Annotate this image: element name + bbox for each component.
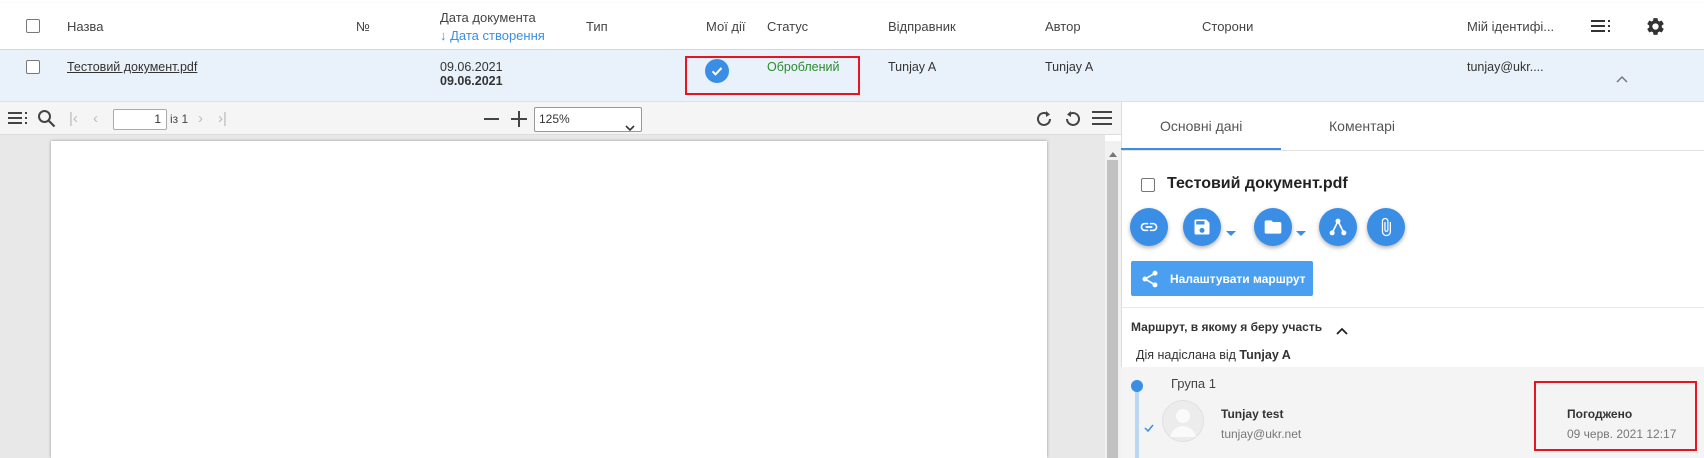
pdf-toolbar: |‹ ‹ 1 із 1 › ›| 125% (0, 102, 1121, 135)
next-page-icon[interactable]: › (198, 110, 203, 128)
table-header: Назва № Дата документа ↓ Дата створення … (0, 3, 1704, 50)
columns-menu-icon[interactable] (1591, 20, 1611, 39)
collapse-row-chevron-up-icon[interactable] (1616, 70, 1628, 88)
zoom-select[interactable]: 125% (534, 107, 642, 132)
approved-check-icon (1144, 419, 1154, 437)
user-placeholder-icon (1170, 409, 1196, 437)
row-doc-date: 09.06.2021 (440, 60, 503, 74)
tab-comments[interactable]: Коментарі (1329, 118, 1395, 134)
configure-route-label: Налаштувати маршрут (1170, 272, 1306, 286)
page-number-input[interactable]: 1 (113, 109, 167, 130)
header-author[interactable]: Автор (1045, 19, 1081, 34)
header-name[interactable]: Назва (67, 19, 103, 34)
row-author: Tunjay A (1045, 60, 1094, 74)
paperclip-icon (1381, 217, 1391, 237)
zoom-value: 125% (539, 112, 570, 126)
first-page-icon[interactable]: |‹ (69, 110, 78, 128)
document-title: Тестовий документ.pdf (1167, 175, 1348, 192)
collapse-route-chevron-up-icon[interactable] (1336, 322, 1348, 340)
action-sent-by: Tunjay A (1239, 348, 1291, 362)
settings-gear-icon[interactable] (1645, 16, 1666, 42)
action-sent-prefix: Дія надіслана від (1136, 348, 1240, 362)
my-actions-status-highlight-box (685, 56, 860, 95)
header-parties[interactable]: Сторони (1202, 19, 1253, 34)
row-sender: Tunjay A (888, 60, 937, 74)
row-checkbox[interactable] (26, 60, 40, 74)
action-sent-line: Дія надіслана від Tunjay A (1136, 348, 1291, 362)
link-button[interactable] (1130, 208, 1168, 246)
header-my-id[interactable]: Мій ідентифі... (1467, 19, 1554, 34)
save-icon (1194, 219, 1210, 235)
timeline-dot (1131, 380, 1143, 392)
header-my-actions[interactable]: Мої дії (706, 19, 746, 34)
document-checkbox[interactable] (1141, 178, 1155, 192)
route-graph-button[interactable] (1319, 208, 1357, 246)
select-all-checkbox[interactable] (26, 19, 40, 33)
header-doc-date[interactable]: Дата документа (440, 10, 536, 25)
last-page-icon[interactable]: ›| (218, 110, 227, 128)
attach-button[interactable] (1367, 208, 1405, 246)
row-created-date: 09.06.2021 (440, 74, 503, 88)
zoom-out-icon[interactable] (484, 118, 499, 120)
row-my-id: tunjay@ukr.... (1467, 60, 1544, 74)
share-icon (1140, 269, 1160, 292)
save-dropdown-caret-icon[interactable] (1226, 231, 1236, 236)
save-button[interactable] (1183, 208, 1221, 246)
participant-name: Tunjay test (1221, 407, 1284, 421)
rotate-clockwise-icon[interactable] (1034, 109, 1054, 134)
folder-dropdown-caret-icon[interactable] (1296, 231, 1306, 236)
decision-highlight-box (1534, 381, 1697, 451)
route-graph-icon (1329, 218, 1347, 236)
header-created-date-sort[interactable]: ↓ Дата створення (440, 28, 545, 43)
route-section-title: Маршрут, в якому я беру участь (1131, 320, 1323, 334)
link-icon (1140, 222, 1158, 232)
search-icon[interactable] (37, 109, 56, 133)
zoom-in-icon[interactable] (511, 111, 527, 132)
folder-icon (1264, 220, 1282, 234)
tab-main-data[interactable]: Основні дані (1160, 118, 1242, 134)
prev-page-icon[interactable]: ‹ (93, 110, 98, 128)
rotate-counterclockwise-icon[interactable] (1063, 109, 1083, 134)
header-number[interactable]: № (356, 19, 370, 34)
participant-email: tunjay@ukr.net (1221, 427, 1302, 441)
group-name: Група 1 (1171, 376, 1217, 391)
document-name-link[interactable]: Тестовий документ.pdf (67, 60, 197, 74)
pdf-page (51, 141, 1047, 458)
tab-divider (1121, 150, 1704, 151)
more-menu-icon[interactable] (1092, 111, 1112, 132)
page-count-label: із 1 (170, 112, 189, 126)
header-status[interactable]: Статус (767, 19, 808, 34)
sidebar-toggle-icon[interactable] (8, 112, 28, 131)
header-sender[interactable]: Відправник (888, 19, 956, 34)
header-type[interactable]: Тип (586, 19, 608, 34)
avatar (1162, 400, 1204, 442)
folder-button[interactable] (1254, 208, 1292, 246)
pdf-scrollbar-thumb[interactable] (1107, 160, 1118, 458)
section-divider (1121, 307, 1704, 308)
configure-route-button[interactable]: Налаштувати маршрут (1131, 261, 1313, 296)
